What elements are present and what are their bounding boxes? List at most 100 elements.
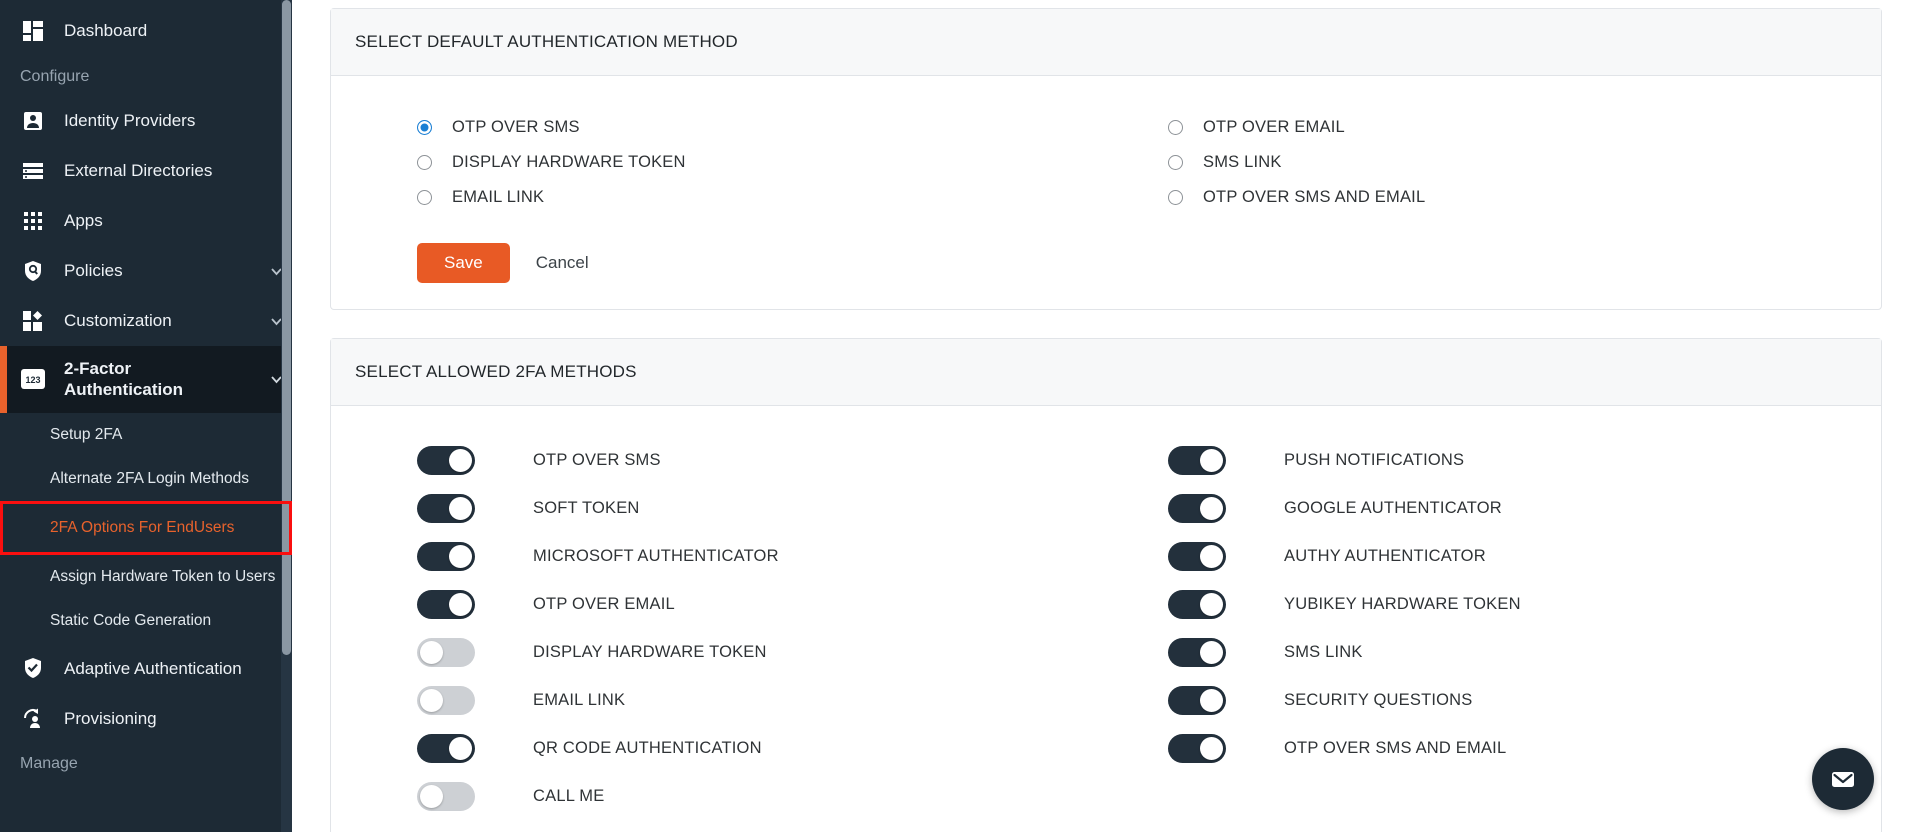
toggle-row-yubikey-hardware-token[interactable]: YUBIKEY HARDWARE TOKEN [1106,580,1857,628]
radio-indicator[interactable] [417,190,432,205]
radio-indicator[interactable] [1168,190,1183,205]
sidebar-subitem-static-code-generation[interactable]: Static Code Generation [0,599,292,643]
sidebar-item-external-directories[interactable]: External Directories [0,146,292,196]
sidebar-subitem-2fa-options-for-endusers[interactable]: 2FA Options For EndUsers [0,500,292,555]
radio-indicator[interactable] [1168,120,1183,135]
toggle-row-otp-over-sms-and-email[interactable]: OTP OVER SMS AND EMAIL [1106,724,1857,772]
toggle-row-microsoft-authenticator[interactable]: MICROSOFT AUTHENTICATOR [355,532,1106,580]
toggle-switch[interactable] [417,541,475,571]
radio-option-otp-over-sms-and-email[interactable]: OTP OVER SMS AND EMAIL [1106,180,1857,215]
toggle-wrap [355,685,533,715]
toggle-row-soft-token[interactable]: SOFT TOKEN [355,484,1106,532]
sidebar-item-label: Adaptive Authentication [64,658,242,678]
toggle-label: OTP OVER SMS [533,450,661,469]
toggle-wrap [1106,445,1284,475]
toggle-knob [420,784,443,808]
toggle-label: CALL ME [533,786,605,805]
radio-option-display-hardware-token[interactable]: DISPLAY HARDWARE TOKEN [355,145,1106,180]
svg-text:123: 123 [25,375,40,385]
toggle-switch[interactable] [1168,637,1226,667]
app-root: Dashboard Configure Identity Providers E… [0,0,1908,832]
toggle-row-security-questions[interactable]: SECURITY QUESTIONS [1106,676,1857,724]
sidebar-section-manage: Manage [20,755,78,773]
toggle-row-empty [1106,772,1857,820]
radio-label: EMAIL LINK [452,188,545,206]
toggle-switch[interactable] [1168,685,1226,715]
default-method-radio-grid: OTP OVER SMS OTP OVER EMAIL DISPLAY HARD… [355,110,1857,215]
toggle-knob [1200,592,1223,616]
sidebar-scrollbar-thumb[interactable] [282,0,291,655]
toggle-switch[interactable] [1168,589,1226,619]
toggle-row-otp-over-sms[interactable]: OTP OVER SMS [355,436,1106,484]
toggle-row-email-link[interactable]: EMAIL LINK [355,676,1106,724]
sidebar-item-apps[interactable]: Apps [0,196,292,246]
toggle-label: SMS LINK [1284,642,1363,661]
toggle-switch[interactable] [1168,445,1226,475]
toggle-switch[interactable] [417,733,475,763]
toggle-knob [1200,640,1223,664]
toggle-row-push-notifications[interactable]: PUSH NOTIFICATIONS [1106,436,1857,484]
toggle-knob [1200,688,1223,712]
sidebar-item-label: Customization [64,311,172,331]
radio-indicator[interactable] [1168,155,1183,170]
toggle-wrap [1106,493,1284,523]
toggle-wrap [1106,589,1284,619]
sidebar-subitem-alternate-2fa-login-methods[interactable]: Alternate 2FA Login Methods [0,457,292,501]
toggle-switch[interactable] [1168,541,1226,571]
toggle-row-sms-link[interactable]: SMS LINK [1106,628,1857,676]
toggle-label: SOFT TOKEN [533,498,640,517]
sidebar-item-adaptive-authentication[interactable]: Adaptive Authentication [0,643,292,693]
toggle-row-display-hardware-token[interactable]: DISPLAY HARDWARE TOKEN [355,628,1106,676]
radio-option-otp-over-sms[interactable]: OTP OVER SMS [355,110,1106,145]
sidebar-item-dashboard[interactable]: Dashboard [0,6,292,56]
radio-option-otp-over-email[interactable]: OTP OVER EMAIL [1106,110,1857,145]
toggle-label: DISPLAY HARDWARE TOKEN [533,642,767,661]
toggle-row-google-authenticator[interactable]: GOOGLE AUTHENTICATOR [1106,484,1857,532]
toggle-switch[interactable] [1168,733,1226,763]
sidebar-item-2-factor-authentication[interactable]: 123 2-Factor Authentication [0,346,292,413]
toggle-row-authy-authenticator[interactable]: AUTHY AUTHENTICATOR [1106,532,1857,580]
sidebar-subitem-setup-2fa[interactable]: Setup 2FA [0,413,292,457]
toggle-wrap [355,733,533,763]
toggle-knob [449,544,472,568]
toggle-wrap [355,541,533,571]
sidebar-item-policies[interactable]: Policies [0,246,292,296]
radio-option-email-link[interactable]: EMAIL LINK [355,180,1106,215]
toggle-label: AUTHY AUTHENTICATOR [1284,546,1486,565]
toggle-wrap [355,637,533,667]
123-icon: 123 [20,366,46,392]
toggle-row-qr-code-authentication[interactable]: QR CODE AUTHENTICATION [355,724,1106,772]
cancel-button[interactable]: Cancel [532,247,593,279]
sidebar-item-provisioning[interactable]: Provisioning [0,693,292,743]
sidebar-subnav-2fa: Setup 2FA Alternate 2FA Login Methods 2F… [0,412,292,644]
radio-label: OTP OVER EMAIL [1203,118,1345,136]
toggle-label: MICROSOFT AUTHENTICATOR [533,546,779,565]
toggle-wrap [1106,541,1284,571]
chat-support-button[interactable] [1812,748,1874,810]
toggle-knob [1200,496,1223,520]
toggle-switch[interactable] [417,781,475,811]
save-button[interactable]: Save [417,243,510,283]
radio-indicator[interactable] [417,155,432,170]
sidebar-item-label: Dashboard [64,21,148,41]
toggle-knob [1200,448,1223,472]
toggle-label: PUSH NOTIFICATIONS [1284,450,1465,469]
toggle-switch[interactable] [1168,493,1226,523]
toggle-label: EMAIL LINK [533,690,626,709]
sidebar-item-identity-providers[interactable]: Identity Providers [0,96,292,146]
toggle-switch[interactable] [417,445,475,475]
sidebar-scrollbar-track[interactable] [281,0,292,832]
sidebar-item-label: 2-Factor Authentication [64,359,183,400]
toggle-row-call-me[interactable]: CALL ME [355,772,1106,820]
toggle-row-otp-over-email[interactable]: OTP OVER EMAIL [355,580,1106,628]
toggle-switch[interactable] [417,589,475,619]
toggle-switch[interactable] [417,685,475,715]
sidebar-subitem-assign-hardware-token-to-users[interactable]: Assign Hardware Token to Users [0,555,292,599]
toggle-switch[interactable] [417,493,475,523]
sidebar-item-customization[interactable]: Customization [0,296,292,346]
radio-indicator[interactable] [417,120,432,135]
toggle-switch[interactable] [417,637,475,667]
sidebar-item-label: Identity Providers [64,111,196,131]
radio-option-sms-link[interactable]: SMS LINK [1106,145,1857,180]
toggle-wrap [355,493,533,523]
